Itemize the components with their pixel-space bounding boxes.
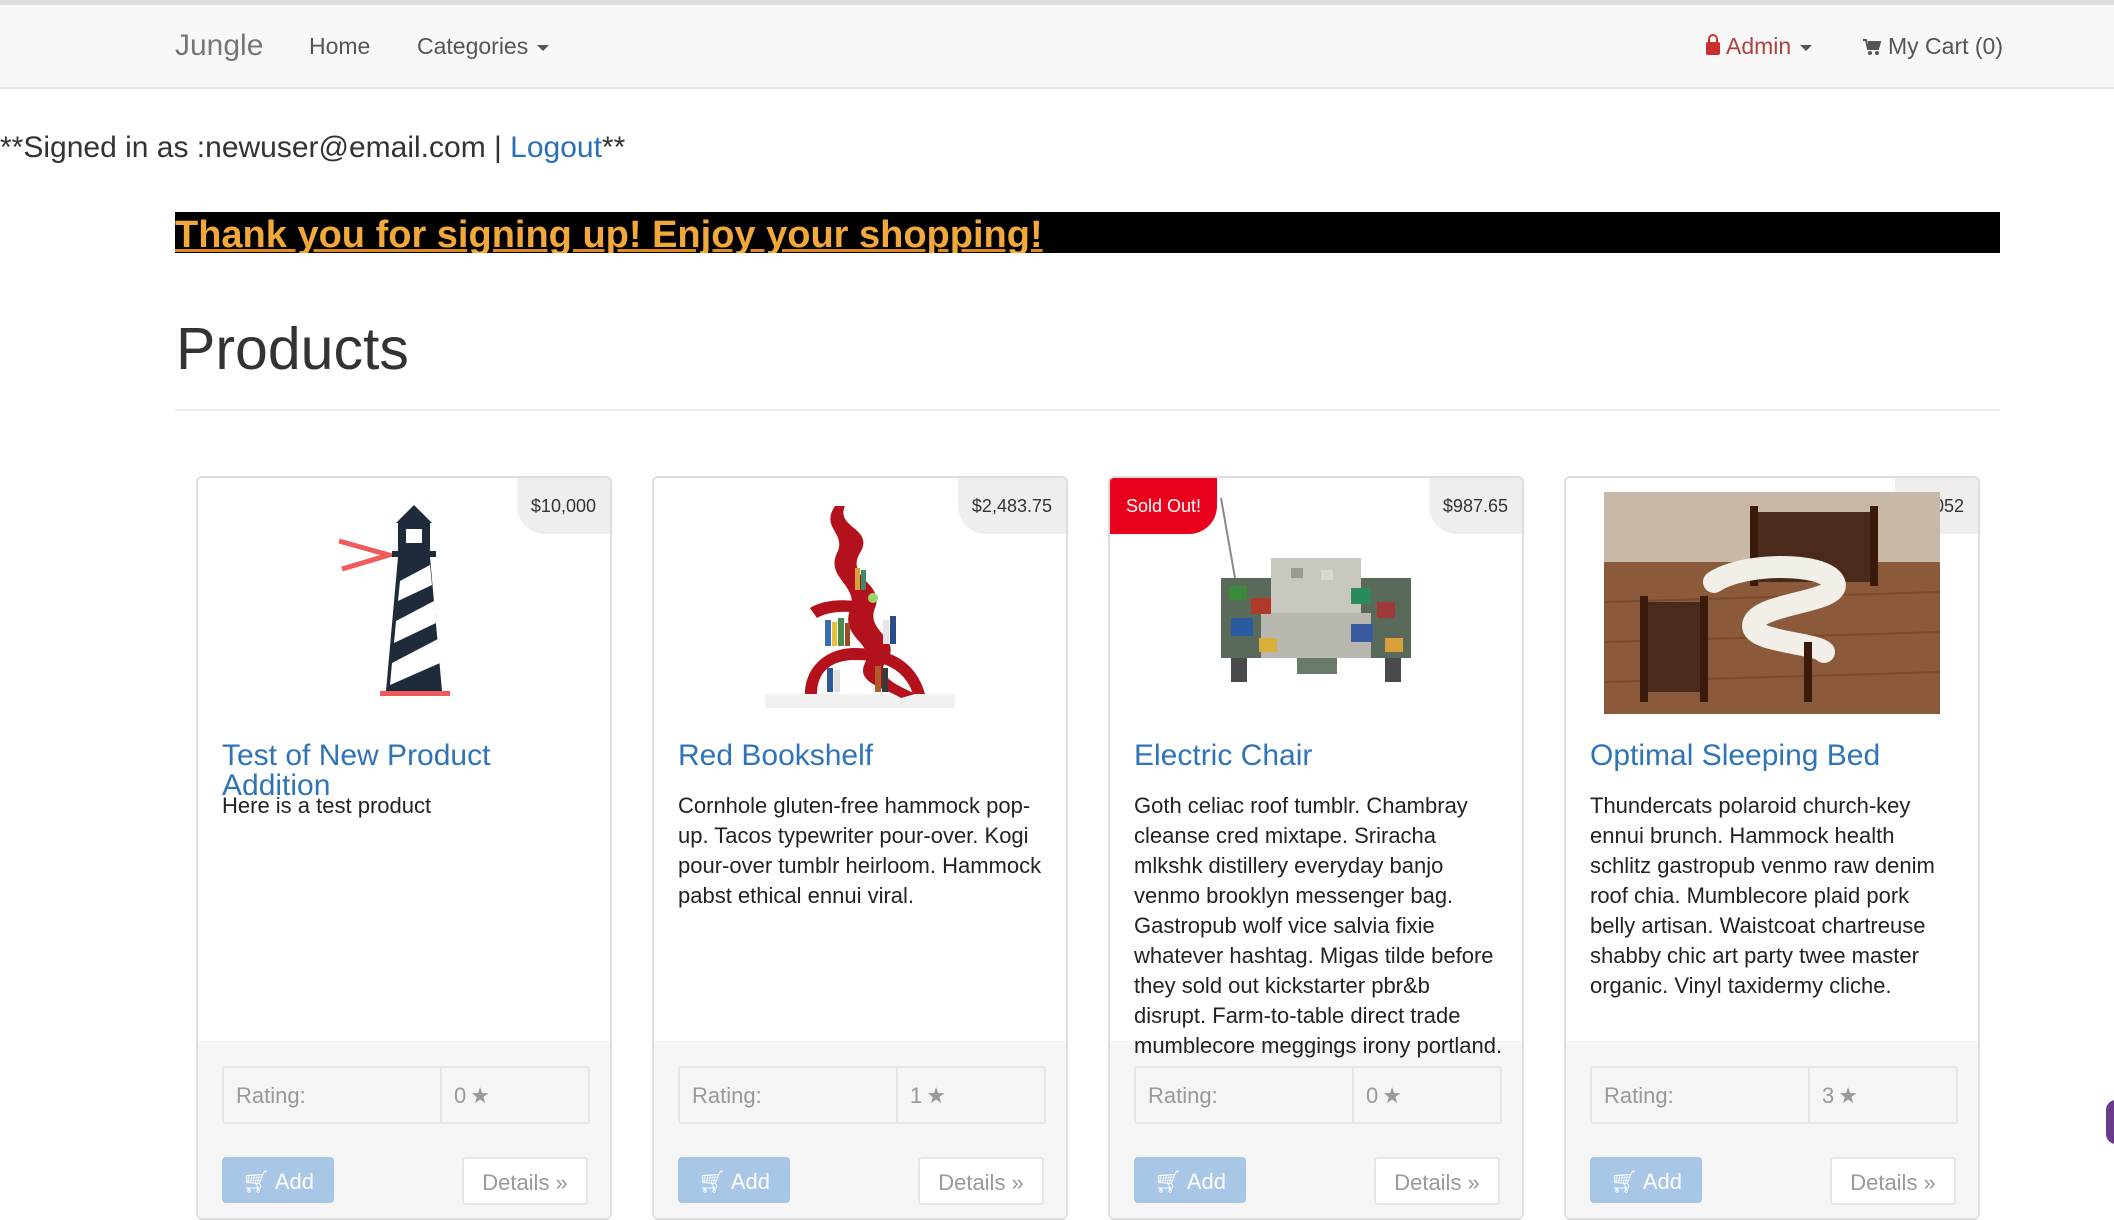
product-description: Thundercats polaroid church-key ennui br… [1590,793,1935,998]
star-icon: ★ [1838,1083,1858,1108]
add-to-cart-button[interactable]: 🛒︎ Add [1590,1157,1702,1203]
add-to-cart-button[interactable]: 🛒︎ Add [1134,1157,1246,1203]
rating-divider [1352,1068,1354,1122]
star-icon: ★ [470,1083,490,1108]
rating-label: Rating: [692,1083,762,1108]
bookshelf-image [765,506,955,708]
signed-in-text: **Signed in as :newuser@email.com | [0,131,511,164]
details-button[interactable]: Details » [1374,1157,1500,1205]
nav-cart[interactable]: My Cart (0) [1862,33,2003,60]
cart-icon: 🛒︎ [1154,1169,1182,1194]
rating-label: Rating: [1148,1083,1218,1108]
cart-label: My Cart (0) [1888,33,2003,59]
add-label: Add [1186,1169,1226,1194]
nav-categories-dropdown[interactable]: Categories [417,33,550,60]
navbar: Jungle Home Categories Admin My Cart (0) [0,5,2114,89]
chevron-down-icon [1800,44,1813,51]
product-image[interactable] [1566,492,1978,714]
details-button[interactable]: Details » [918,1157,1044,1205]
product-card: $10,000 Test of New Product Addition Her… [196,476,612,1220]
nav-home[interactable]: Home [309,33,370,60]
details-button[interactable]: Details » [1830,1157,1956,1205]
product-name[interactable]: Electric Chair [1134,741,1494,771]
rating-box: Rating: 0 ★ [1134,1066,1502,1124]
cart-icon: 🛒︎ [1610,1169,1638,1194]
sleeping-bed-image [1604,492,1940,714]
add-label: Add [1642,1169,1682,1194]
rating-number: 3 [1822,1083,1835,1108]
rating-divider [896,1068,898,1122]
admin-label: Admin [1726,33,1792,59]
details-button[interactable]: Details » [462,1157,588,1205]
brand-link[interactable]: Jungle [175,29,263,63]
rating-box: Rating: 1 ★ [678,1066,1046,1124]
rating-value: 0 ★ [454,1083,490,1109]
product-card: $2,483.75 Red Bookshelf Cornhole gluten-… [652,476,1068,1220]
product-description: Goth celiac roof tumblr. Chambray cleans… [1134,793,1503,1058]
rating-number: 1 [910,1083,923,1108]
add-to-cart-button[interactable]: 🛒︎ Add [678,1157,790,1203]
product-description: Cornhole gluten-free hammock pop-up. Tac… [678,793,1042,908]
lock-icon [1706,34,1720,55]
rating-box: Rating: 0 ★ [222,1066,590,1124]
rating-label: Rating: [1604,1083,1674,1108]
product-card: $3,052 Optimal Sleeping Bed Thundercats … [1564,476,1980,1220]
rating-divider [440,1068,442,1122]
page-title: Products [176,316,409,382]
logout-link[interactable]: Logout [510,131,602,164]
rating-number: 0 [1366,1083,1379,1108]
shopping-cart-icon [1863,39,1882,55]
product-card: Sold Out! $987.65 Electric Chair Goth ce… [1108,476,1524,1220]
lighthouse-image [338,505,450,696]
star-icon: ★ [926,1083,946,1108]
chevron-down-icon [537,44,550,51]
cart-icon: 🛒︎ [242,1169,270,1194]
rating-divider [1808,1068,1810,1122]
product-name[interactable]: Red Bookshelf [678,741,1038,771]
signed-in-status: **Signed in as :newuser@email.com | Logo… [0,131,625,165]
sold-out-badge: Sold Out! [1110,478,1218,534]
nav-admin-dropdown[interactable]: Admin [1706,33,1813,60]
star-icon: ★ [1382,1083,1402,1108]
product-description: Here is a test product [222,793,432,818]
rating-value: 3 ★ [1822,1083,1858,1109]
product-image[interactable] [198,498,610,708]
floating-widget[interactable] [2106,1100,2114,1144]
rating-value: 0 ★ [1366,1083,1402,1109]
add-label: Add [274,1169,314,1194]
product-image[interactable] [654,498,1066,708]
electric-chair-image [1220,498,1411,682]
cart-icon: 🛒︎ [698,1169,726,1194]
welcome-banner: Thank you for signing up! Enjoy your sho… [175,212,2000,253]
rating-value: 1 ★ [910,1083,946,1109]
add-to-cart-button[interactable]: 🛒︎ Add [222,1157,334,1203]
title-divider [175,409,2000,411]
rating-label: Rating: [236,1083,306,1108]
rating-number: 0 [454,1083,467,1108]
add-label: Add [730,1169,770,1194]
categories-label: Categories [417,33,529,59]
rating-box: Rating: 3 ★ [1590,1066,1958,1124]
product-name[interactable]: Optimal Sleeping Bed [1590,741,1950,771]
banner-text: Thank you for signing up! Enjoy your sho… [175,214,1043,253]
signed-in-suffix: ** [601,131,626,164]
